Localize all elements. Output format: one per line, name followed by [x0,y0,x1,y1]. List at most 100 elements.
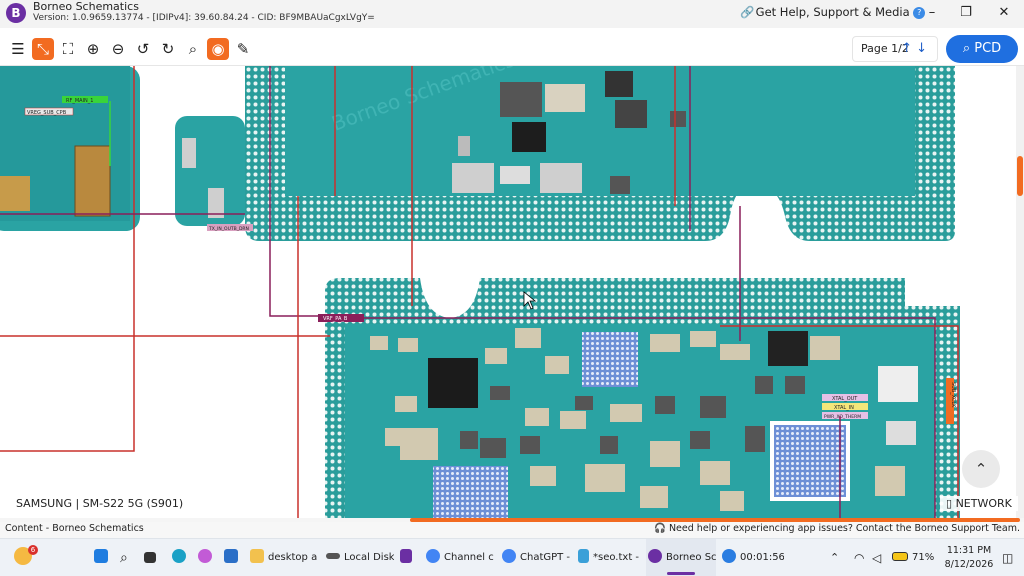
search-icon: ⌕ [962,41,971,56]
rotate-left-button[interactable]: ↺ [132,38,154,60]
annotate-button[interactable]: ✎ [232,38,254,60]
list-button[interactable]: ☰ [7,38,29,60]
taskbar-item[interactable]: 00:01:56 [722,539,784,576]
close-button[interactable]: ✕ [994,4,1014,22]
search-button[interactable]: ⌕ [120,539,138,576]
app-version: Version: 1.0.9659.13774 - [IDIPv4]: 39.6… [33,13,375,23]
chevron-up-icon: ⌃ [830,551,840,564]
battery-percent: 71% [912,552,935,563]
taskbar-item[interactable]: desktop a [250,539,320,576]
wifi-icon: ◠ [854,551,865,565]
vertical-scrollbar[interactable] [1016,66,1024,518]
copilot-button[interactable] [198,539,216,576]
fit-width-button[interactable]: ⤡ [32,38,54,60]
app-title: Borneo Schematics [33,0,139,13]
board-view[interactable]: Borneo Schematics RF_MAIN_1 VREG_SUB_CPB… [0,66,1016,518]
chip [433,466,508,518]
notepad-icon [578,549,589,563]
restore-button[interactable]: ❐ [956,4,976,22]
taskbar-item-active[interactable]: Borneo Sc [646,539,716,576]
page-nav-arrows[interactable]: ↑↓ [901,37,931,61]
start-button[interactable] [94,539,114,576]
help-link[interactable]: 🔗 Get Help, Support & Media ? [740,5,926,19]
net-label: VRF_PA_B [323,316,348,322]
net-label: RF_MAIN_1 [66,98,93,104]
drive-icon [326,553,340,559]
zoom-out-button[interactable]: ⊖ [107,38,129,60]
net-label: VREG_SUB_CPB [27,110,67,116]
taskbar-item-label: Channel c [444,552,494,563]
status-left: Content - Borneo Schematics [5,523,144,534]
scroll-top-button[interactable]: ⌃ [962,450,1000,488]
title-bar: B Borneo Schematics Version: 1.0.9659.13… [0,0,1024,28]
support-text: Need help or experiencing app issues? Co… [668,523,1020,534]
app-logo: B [6,3,26,23]
taskbar-item[interactable]: Channel c [426,539,494,576]
borneo-icon [648,549,662,563]
net-label: XTAL_OUT [832,396,858,402]
volume-icon: ◁ [872,551,882,565]
net-label: SUB_XCLK [950,382,956,408]
link-icon: 🔗 [740,5,755,19]
task-view-icon [144,552,156,563]
pcd-button[interactable]: ⌕ PCD [946,35,1018,63]
clock-time: 11:31 PM [946,545,992,556]
recorder-icon [722,549,736,563]
taskbar-item[interactable]: ChatGPT - [502,539,570,576]
network-button[interactable]: ▯ NETWORK [940,496,1018,511]
mouse-mode-button[interactable]: ◉ [207,38,229,60]
minimize-button[interactable]: – [922,4,942,22]
clock[interactable]: 11:31 PM 8/12/2026 [940,544,998,572]
weather-widget[interactable] [14,539,44,576]
taskbar-item-label: 00:01:56 [740,552,784,563]
windows-icon [94,549,108,563]
headset-icon: 🎧 [654,523,666,534]
taskbar-item[interactable]: *seo.txt - [578,539,642,576]
taskbar-item-label: Local Disk [344,552,394,563]
clock-date: 8/12/2026 [944,559,994,570]
help-label: Get Help, Support & Media [755,5,910,19]
chrome-icon [502,549,516,563]
schematic-canvas[interactable]: Borneo Schematics RF_MAIN_1 VREG_SUB_CPB… [0,66,1024,518]
device-label: SAMSUNG | SM-S22 5G (S901) [10,496,190,511]
search-icon: ⌕ [120,550,128,566]
store-icon [224,549,238,563]
page-indicator[interactable]: Page 1/2 ↑↓ [852,36,938,62]
notification-icon: ◫ [1002,551,1014,565]
notifications-button[interactable]: ◫ [1002,539,1018,576]
taskbar-item-label: Borneo Sc [666,552,716,563]
taskbar-item-label: ChatGPT - [520,552,570,563]
document-icon: ▯ [946,497,953,510]
chip [582,332,638,387]
search-button[interactable]: ⌕ [182,38,204,60]
volume-button[interactable]: ◁ [872,539,888,576]
store-button[interactable] [224,539,242,576]
support-message[interactable]: 🎧 Need help or experiencing app issues? … [654,523,1020,534]
tray-overflow-button[interactable]: ⌃ [830,539,844,576]
app-icon [400,549,412,563]
toolbar: ☰ ⤡ ⛶ ⊕ ⊖ ↺ ↻ ⌕ ◉ ✎ Page 1/2 ↑↓ ⌕ PCD [0,28,1024,66]
task-view-button[interactable] [144,539,162,576]
chevron-up-icon: ⌃ [974,460,988,478]
taskbar-item-label: *seo.txt - [593,552,640,563]
wifi-button[interactable]: ◠ [854,539,868,576]
taskbar-item[interactable] [400,539,418,576]
taskbar: 6 ⌕ desktop a Local Disk Channel c ChatG… [0,538,1024,576]
pcd-label: PCD [974,41,1002,56]
fullscreen-button[interactable]: ⛶ [57,38,79,60]
taskbar-item-label: desktop a [268,552,318,563]
zoom-in-button[interactable]: ⊕ [82,38,104,60]
chip [428,358,478,408]
network-label: NETWORK [955,497,1012,510]
vertical-scroll-thumb[interactable] [1017,156,1023,196]
net-label: PWR_XO_THERM [824,414,861,420]
copilot-icon [198,549,212,563]
folder-icon [250,549,264,563]
status-bar: Content - Borneo Schematics 🎧 Need help … [0,522,1024,538]
battery-indicator[interactable]: 71% [892,539,938,576]
rotate-right-button[interactable]: ↻ [157,38,179,60]
battery-icon [892,552,908,561]
taskbar-item[interactable]: Local Disk [326,539,394,576]
app-window: B Borneo Schematics Version: 1.0.9659.13… [0,0,1024,576]
edge-button[interactable] [172,539,190,576]
